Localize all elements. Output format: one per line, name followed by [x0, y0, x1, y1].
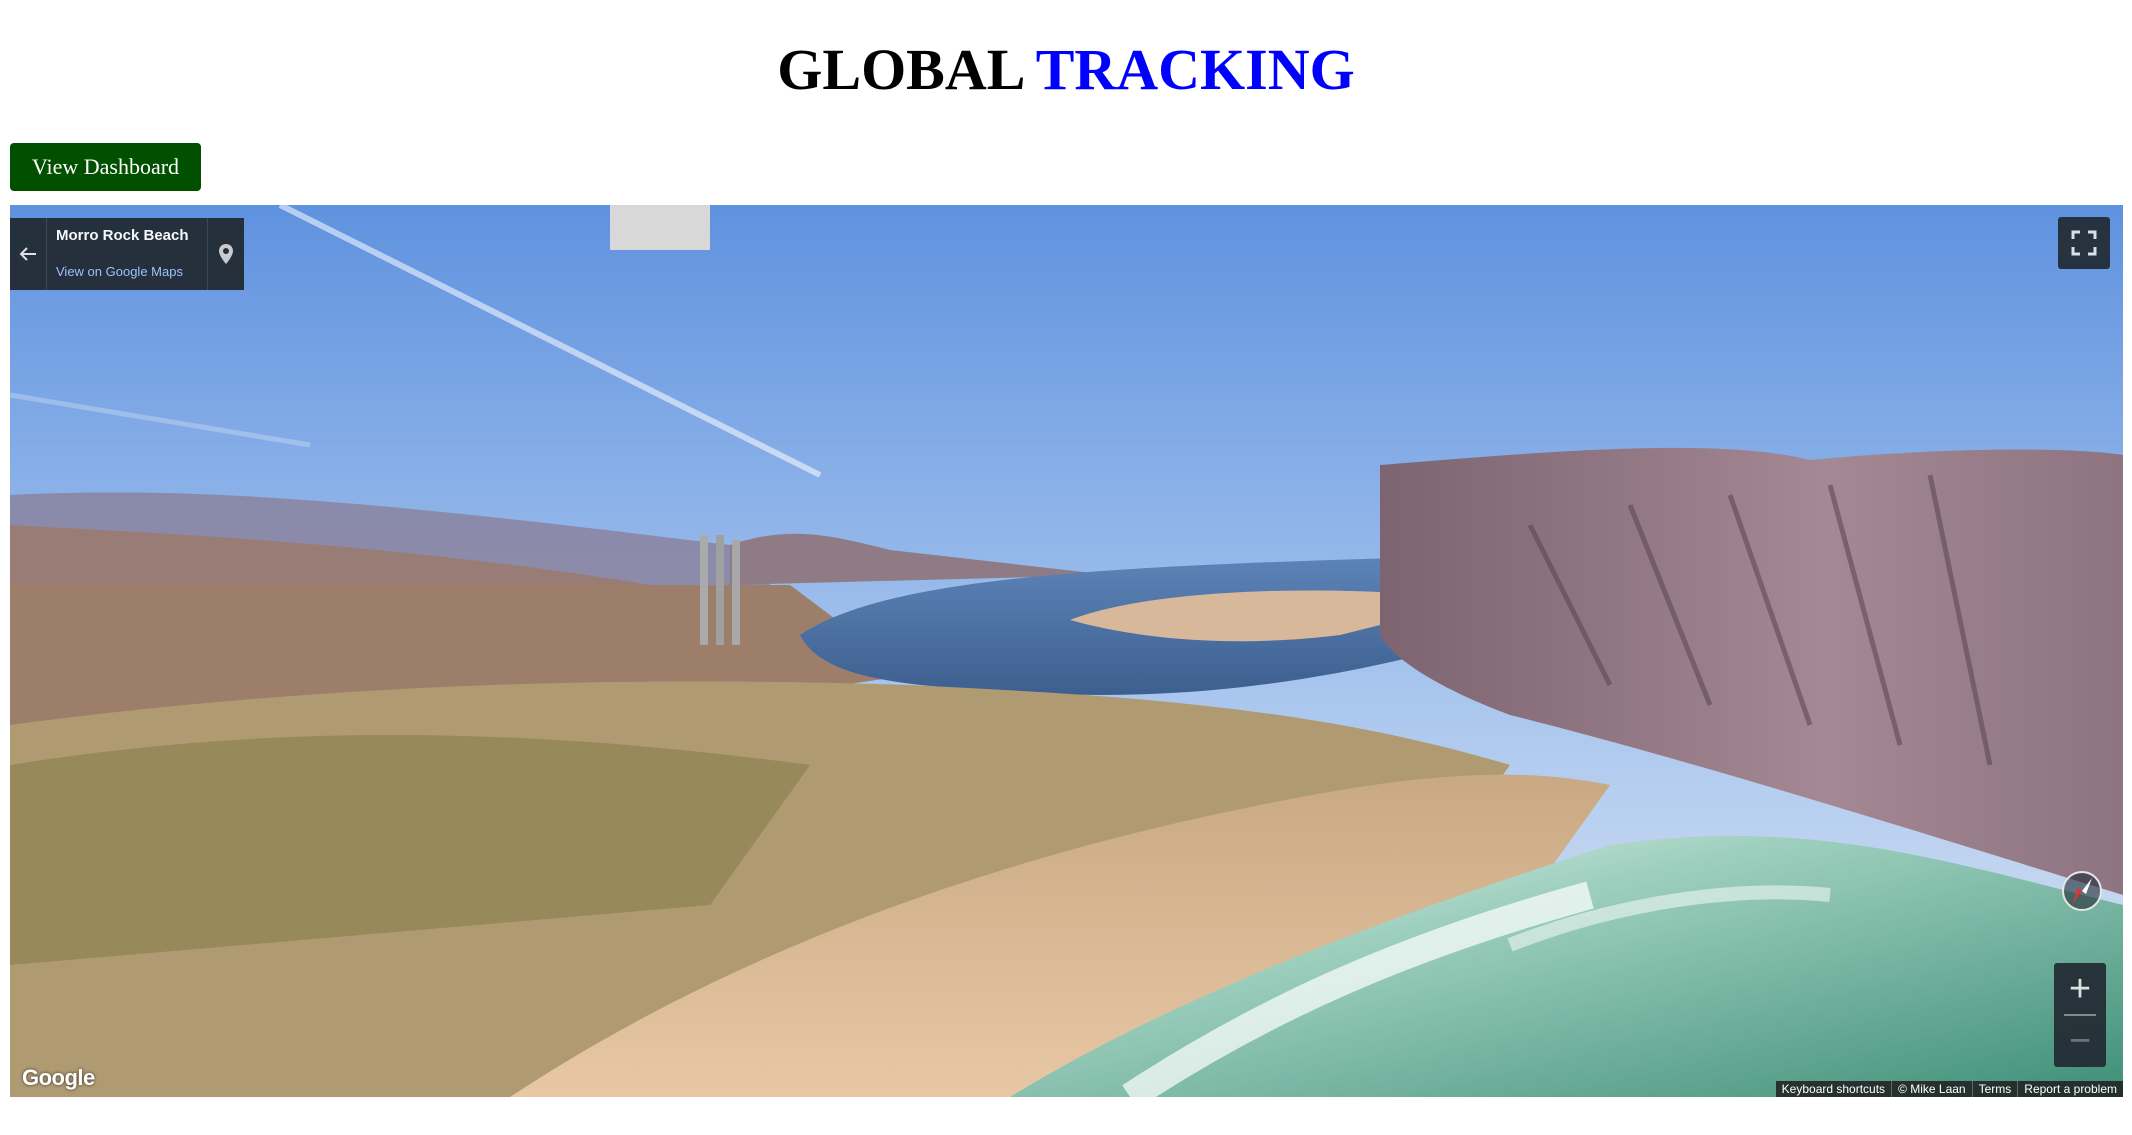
- title-global: GLOBAL: [777, 37, 1023, 102]
- keyboard-shortcuts-link[interactable]: Keyboard shortcuts: [1776, 1081, 1891, 1097]
- street-view-panorama[interactable]: Morro Rock Beach View on Google Maps + −…: [10, 205, 2123, 1097]
- map-footer: Keyboard shortcuts © Mike Laan Terms Rep…: [1775, 1081, 2123, 1097]
- page-title: GLOBAL TRACKING: [0, 30, 2132, 110]
- fullscreen-icon: [2071, 230, 2097, 256]
- google-logo: Google: [22, 1065, 95, 1090]
- compass-control[interactable]: [2056, 865, 2108, 917]
- report-problem-link[interactable]: Report a problem: [2017, 1081, 2123, 1097]
- zoom-out-button[interactable]: −: [2054, 1015, 2106, 1067]
- photo-credit[interactable]: © Mike Laan: [1891, 1081, 1972, 1097]
- view-dashboard-button[interactable]: View Dashboard: [10, 143, 201, 191]
- map-pin-button[interactable]: [207, 218, 244, 290]
- view-on-google-maps-link[interactable]: View on Google Maps: [56, 264, 183, 279]
- zoom-control: + −: [2054, 963, 2106, 1067]
- arrow-left-icon: [19, 247, 36, 261]
- fullscreen-button[interactable]: [2058, 217, 2110, 269]
- back-button[interactable]: [10, 218, 47, 290]
- compass-icon: [2062, 871, 2102, 911]
- location-card: Morro Rock Beach View on Google Maps: [10, 218, 244, 290]
- panorama-image: [10, 205, 2123, 1097]
- zoom-in-button[interactable]: +: [2054, 963, 2106, 1015]
- map-pin-icon: [219, 244, 233, 264]
- terms-link[interactable]: Terms: [1971, 1081, 2018, 1097]
- location-name: Morro Rock Beach: [56, 227, 189, 244]
- title-tracking: TRACKING: [1035, 37, 1355, 102]
